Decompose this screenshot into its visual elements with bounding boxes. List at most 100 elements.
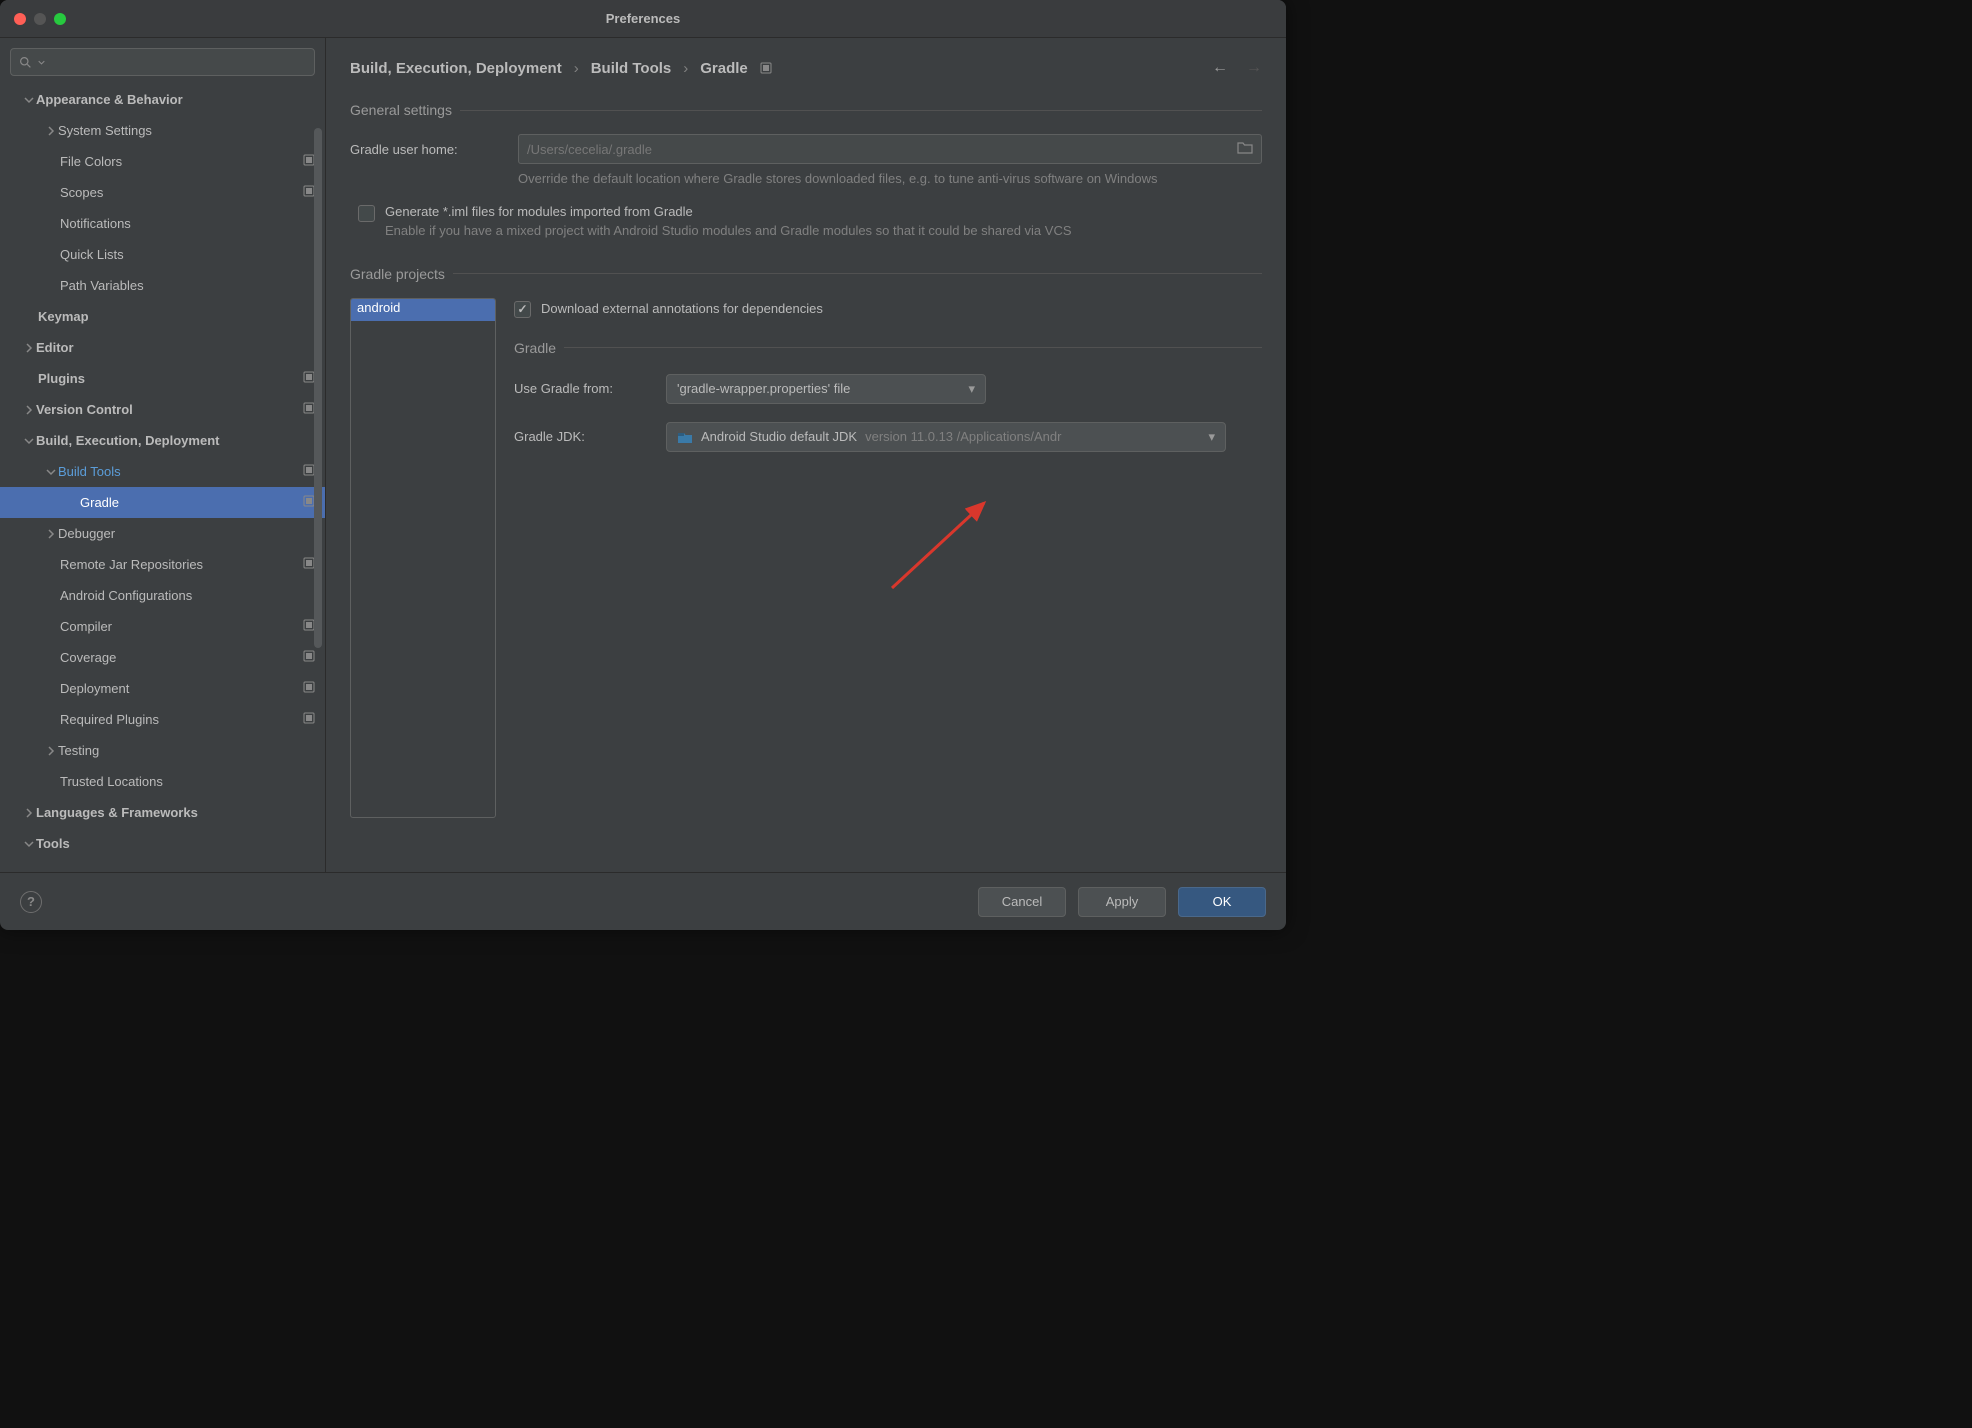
settings-tree: Appearance & Behavior System Settings File… xyxy=(0,84,325,872)
zoom-window-button[interactable] xyxy=(54,13,66,25)
sidebar-item-quick-lists[interactable]: Quick Lists xyxy=(0,239,325,270)
breadcrumb-item[interactable]: Build Tools xyxy=(591,60,672,77)
chevron-right-icon xyxy=(22,405,36,415)
sidebar-item-languages-frameworks[interactable]: Languages & Frameworks xyxy=(0,797,325,828)
download-annotations-label: Download external annotations for depend… xyxy=(541,301,823,316)
sidebar-item-label: Languages & Frameworks xyxy=(36,805,198,820)
chevron-right-icon xyxy=(22,343,36,353)
sidebar-item-label: Editor xyxy=(36,340,74,355)
sidebar-item-plugins[interactable]: Plugins xyxy=(0,363,325,394)
sidebar-item-notifications[interactable]: Notifications xyxy=(0,208,325,239)
project-badge-icon xyxy=(760,62,772,74)
generate-iml-label: Generate *.iml files for modules importe… xyxy=(385,204,1072,219)
sidebar-item-gradle[interactable]: Gradle xyxy=(0,487,325,518)
breadcrumb-item[interactable]: Build, Execution, Deployment xyxy=(350,60,562,77)
sidebar-item-appearance-behavior[interactable]: Appearance & Behavior xyxy=(0,84,325,115)
sidebar-item-build-tools[interactable]: Build Tools xyxy=(0,456,325,487)
sidebar-item-editor[interactable]: Editor xyxy=(0,332,325,363)
sidebar-item-label: Android Configurations xyxy=(60,588,192,603)
titlebar: Preferences xyxy=(0,0,1286,38)
sidebar-item-label: Tools xyxy=(36,836,70,851)
back-button[interactable]: ← xyxy=(1212,59,1228,77)
apply-button[interactable]: Apply xyxy=(1078,887,1166,917)
sidebar-item-label: Appearance & Behavior xyxy=(36,92,183,107)
chevron-down-icon xyxy=(22,95,36,105)
project-badge-icon xyxy=(303,650,315,665)
sidebar-item-label: Notifications xyxy=(60,216,131,231)
gradle-user-home-input[interactable]: /Users/cecelia/.gradle xyxy=(518,134,1262,164)
sidebar-item-debugger[interactable]: Debugger xyxy=(0,518,325,549)
sidebar-item-label: Testing xyxy=(58,743,99,758)
breadcrumb: Build, Execution, Deployment › Build Too… xyxy=(350,60,772,77)
sidebar-item-coverage[interactable]: Coverage xyxy=(0,642,325,673)
sidebar-item-label: Trusted Locations xyxy=(60,774,163,789)
minimize-window-button[interactable] xyxy=(34,13,46,25)
section-header-projects: Gradle projects xyxy=(350,262,1262,284)
sidebar-item-version-control[interactable]: Version Control xyxy=(0,394,325,425)
sidebar-item-testing[interactable]: Testing xyxy=(0,735,325,766)
chevron-right-icon xyxy=(22,808,36,818)
sidebar-item-label: Deployment xyxy=(60,681,129,696)
sidebar: Appearance & Behavior System Settings File… xyxy=(0,38,326,872)
download-annotations-checkbox[interactable] xyxy=(514,301,531,318)
chevron-right-icon xyxy=(44,529,58,539)
sidebar-item-deployment[interactable]: Deployment xyxy=(0,673,325,704)
sidebar-item-required-plugins[interactable]: Required Plugins xyxy=(0,704,325,735)
help-button[interactable]: ? xyxy=(20,891,42,913)
gradle-projects-list[interactable]: android xyxy=(350,298,496,818)
sidebar-item-label: Keymap xyxy=(38,309,89,324)
project-badge-icon xyxy=(303,681,315,696)
scrollbar-thumb[interactable] xyxy=(314,128,322,648)
project-item[interactable]: android xyxy=(351,299,495,321)
sidebar-item-build-execution-deployment[interactable]: Build, Execution, Deployment xyxy=(0,425,325,456)
jdk-icon xyxy=(677,430,693,444)
gradle-jdk-label: Gradle JDK: xyxy=(514,429,652,444)
sidebar-item-remote-jar-repositories[interactable]: Remote Jar Repositories xyxy=(0,549,325,580)
search-input[interactable] xyxy=(10,48,315,76)
sidebar-item-scopes[interactable]: Scopes xyxy=(0,177,325,208)
sidebar-item-android-configurations[interactable]: Android Configurations xyxy=(0,580,325,611)
gradle-user-home-label: Gradle user home: xyxy=(350,142,500,157)
sidebar-item-label: Quick Lists xyxy=(60,247,124,262)
sidebar-item-label: Required Plugins xyxy=(60,712,159,727)
sidebar-item-label: Coverage xyxy=(60,650,116,665)
sidebar-item-tools[interactable]: Tools xyxy=(0,828,325,859)
sidebar-item-trusted-locations[interactable]: Trusted Locations xyxy=(0,766,325,797)
breadcrumb-item: Gradle xyxy=(700,60,748,77)
gradle-user-home-hint: Override the default location where Grad… xyxy=(518,170,1198,188)
chevron-down-icon xyxy=(44,467,58,477)
generate-iml-hint: Enable if you have a mixed project with … xyxy=(385,223,1072,238)
gradle-jdk-select[interactable]: Android Studio default JDK version 11.0.… xyxy=(666,422,1226,452)
generate-iml-checkbox[interactable] xyxy=(358,205,375,222)
sidebar-item-label: Gradle xyxy=(80,495,119,510)
chevron-right-icon xyxy=(44,746,58,756)
sidebar-item-label: File Colors xyxy=(60,154,122,169)
use-gradle-from-select[interactable]: 'gradle-wrapper.properties' file ▾ xyxy=(666,374,986,404)
sidebar-item-compiler[interactable]: Compiler xyxy=(0,611,325,642)
sidebar-item-label: Scopes xyxy=(60,185,103,200)
main-panel: Build, Execution, Deployment › Build Too… xyxy=(326,38,1286,872)
sidebar-item-label: Version Control xyxy=(36,402,133,417)
chevron-down-icon xyxy=(22,436,36,446)
search-icon xyxy=(19,56,32,69)
chevron-down-icon xyxy=(22,839,36,849)
window-title: Preferences xyxy=(0,11,1286,26)
cancel-button[interactable]: Cancel xyxy=(978,887,1066,917)
project-badge-icon xyxy=(303,712,315,727)
sidebar-item-label: Build, Execution, Deployment xyxy=(36,433,219,448)
ok-button[interactable]: OK xyxy=(1178,887,1266,917)
sidebar-item-file-colors[interactable]: File Colors xyxy=(0,146,325,177)
chevron-right-icon xyxy=(44,126,58,136)
sidebar-item-path-variables[interactable]: Path Variables xyxy=(0,270,325,301)
sidebar-item-keymap[interactable]: Keymap xyxy=(0,301,325,332)
window-controls xyxy=(0,13,66,25)
sidebar-item-label: Debugger xyxy=(58,526,115,541)
chevron-down-icon: ▾ xyxy=(968,381,975,397)
folder-icon[interactable] xyxy=(1237,141,1253,157)
use-gradle-from-label: Use Gradle from: xyxy=(514,381,652,396)
sidebar-item-system-settings[interactable]: System Settings xyxy=(0,115,325,146)
close-window-button[interactable] xyxy=(14,13,26,25)
section-header-general: General settings xyxy=(350,98,1262,120)
forward-button: → xyxy=(1246,59,1262,77)
chevron-down-icon xyxy=(38,59,45,66)
